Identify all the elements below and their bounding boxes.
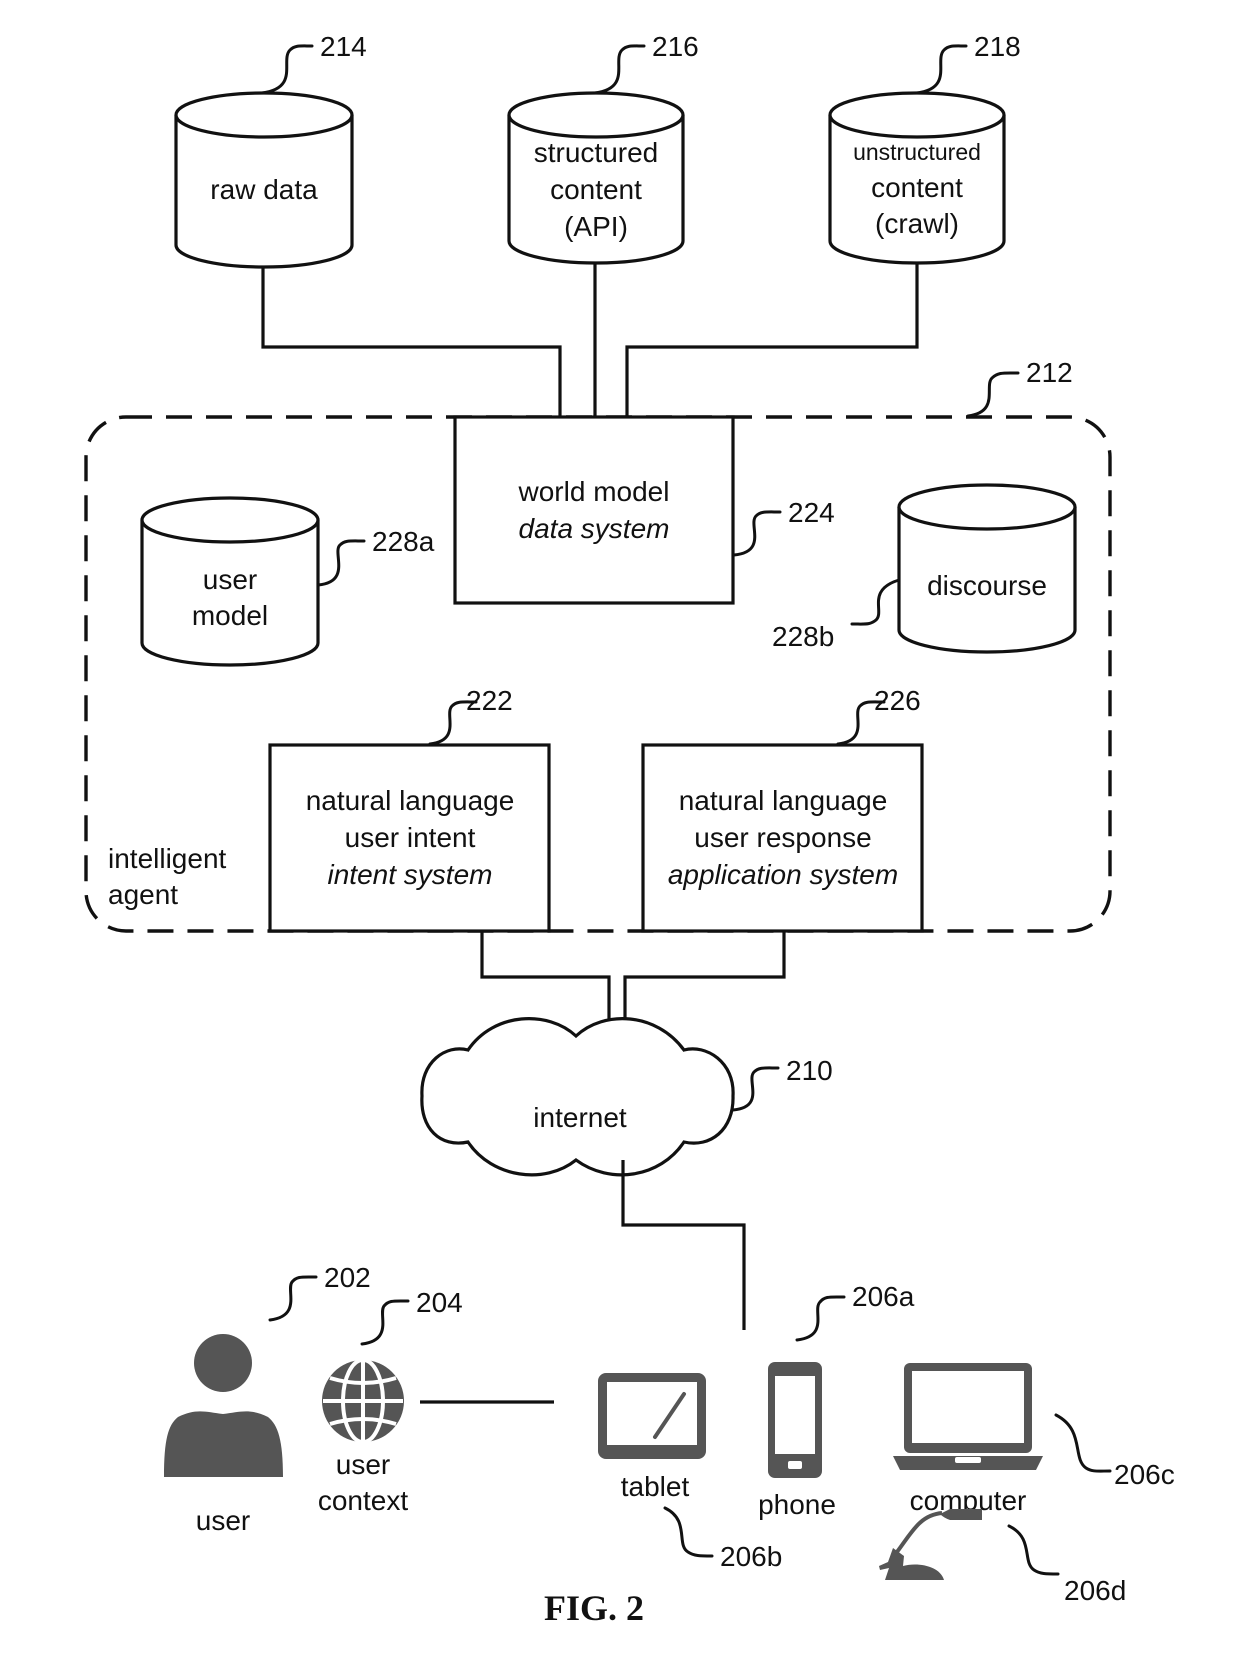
response-label-2: user response [694, 822, 871, 853]
ref-212: 212 [1026, 357, 1073, 388]
leader-206d [1007, 1524, 1060, 1576]
leader-204 [360, 1299, 410, 1346]
cylinder-structured-content: structured content (API) [507, 91, 685, 265]
user-context-label-1: user [336, 1449, 390, 1480]
intelligent-agent-label-1: intelligent [108, 843, 227, 874]
connector-internet-devices [621, 1160, 746, 1330]
cylinder-raw-data: raw data [174, 91, 354, 269]
user-label: user [196, 1505, 250, 1536]
leader-210 [731, 1066, 780, 1112]
leader-228a [316, 539, 366, 587]
ref-206c: 206c [1114, 1459, 1175, 1490]
leader-228b [850, 578, 901, 626]
connector-response-internet [623, 931, 786, 1022]
leader-218 [915, 44, 968, 95]
structured-label-1: structured [534, 137, 659, 168]
leader-224 [732, 510, 782, 557]
source-connectors [261, 262, 919, 417]
world-model-box: world model data system [453, 415, 735, 605]
figure-caption: FIG. 2 [544, 1588, 644, 1628]
structured-label-2: content [550, 174, 642, 205]
leader-214 [260, 44, 314, 95]
ref-210: 210 [786, 1055, 833, 1086]
system-diagram: raw data 214 structured content (API) 21… [84, 31, 1175, 1628]
response-label-1: natural language [679, 785, 888, 816]
globe-icon [322, 1358, 404, 1444]
ref-218: 218 [974, 31, 1021, 62]
raw-data-label: raw data [210, 174, 318, 205]
unstructured-label-3: (crawl) [875, 208, 959, 239]
tablet-label: tablet [621, 1471, 690, 1502]
structured-label-3: (API) [564, 211, 628, 242]
microphone-icon [879, 1509, 982, 1580]
intent-label-1: natural language [306, 785, 515, 816]
intent-label-2: user intent [345, 822, 476, 853]
internet-label: internet [533, 1102, 627, 1133]
discourse-label: discourse [927, 570, 1047, 601]
person-icon [164, 1334, 283, 1477]
tablet-icon [598, 1373, 706, 1459]
intent-system-box: natural language user intent intent syst… [268, 743, 551, 933]
intelligent-agent-label-2: agent [108, 879, 178, 910]
leader-212 [966, 371, 1020, 418]
ref-206b: 206b [720, 1541, 782, 1572]
ref-222: 222 [466, 685, 513, 716]
user-model-label-1: user [203, 564, 257, 595]
ref-204: 204 [416, 1287, 463, 1318]
user-model-label-2: model [192, 600, 268, 631]
leader-216 [593, 44, 646, 95]
connector-raw-data [261, 265, 562, 417]
leader-206b [663, 1506, 714, 1558]
ref-202: 202 [324, 1262, 371, 1293]
ref-216: 216 [652, 31, 699, 62]
connector-intent-internet [480, 931, 611, 1022]
leader-202 [268, 1275, 318, 1322]
connector-unstructured [625, 262, 919, 417]
unstructured-label-2: content [871, 172, 963, 203]
leader-206c [1054, 1413, 1112, 1473]
user-context-label-2: context [318, 1485, 408, 1516]
intent-label-3: intent system [328, 859, 493, 890]
application-system-box: natural language user response applicati… [641, 743, 924, 933]
ref-206d: 206d [1064, 1575, 1126, 1606]
ref-228a: 228a [372, 526, 435, 557]
cylinder-discourse: discourse [897, 483, 1077, 654]
cylinder-user-model: user model [140, 496, 320, 667]
internet-cloud: internet [420, 1017, 735, 1177]
laptop-icon [893, 1363, 1043, 1470]
phone-label: phone [758, 1489, 836, 1520]
unstructured-label-1: unstructured [853, 139, 981, 165]
ref-226: 226 [874, 685, 921, 716]
leader-206a [795, 1295, 846, 1342]
phone-icon [768, 1362, 822, 1478]
world-model-label: world model [518, 476, 670, 507]
ref-214: 214 [320, 31, 367, 62]
cylinder-unstructured-content: unstructured content (crawl) [828, 91, 1006, 265]
response-label-3: application system [668, 859, 898, 890]
ref-224: 224 [788, 497, 835, 528]
ref-206a: 206a [852, 1281, 915, 1312]
data-system-label: data system [519, 513, 670, 544]
ref-228b: 228b [772, 621, 834, 652]
